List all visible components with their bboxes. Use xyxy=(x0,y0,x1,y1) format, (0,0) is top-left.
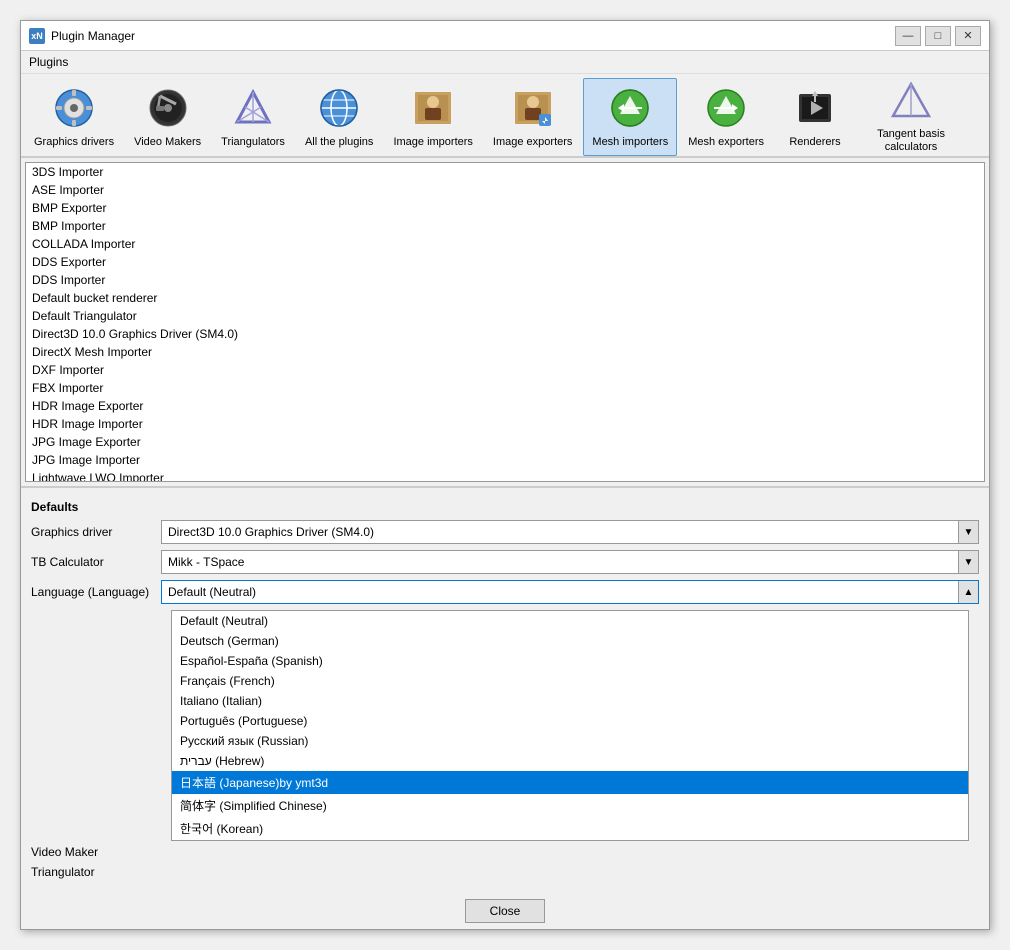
tab-all-plugins[interactable]: All the plugins xyxy=(296,78,383,156)
tab-renderers[interactable]: Renderers xyxy=(775,78,855,156)
language-option-hebrew[interactable]: עברית (Hebrew) xyxy=(172,751,968,771)
tab-graphics-drivers[interactable]: Graphics drivers xyxy=(25,78,123,156)
plugin-item[interactable]: HDR Image Importer xyxy=(26,415,984,433)
mesh-importers-icon xyxy=(606,84,654,132)
plugin-list[interactable]: 3DS ImporterASE ImporterBMP ExporterBMP … xyxy=(25,162,985,482)
language-row: Language (Language) Default (Neutral) ▲ xyxy=(31,580,979,604)
plugin-item[interactable]: DDS Importer xyxy=(26,271,984,289)
renderers-label: Renderers xyxy=(789,136,840,149)
language-option-italiano-italian[interactable]: Italiano (Italian) xyxy=(172,691,968,711)
defaults-section: Defaults Graphics driver Direct3D 10.0 G… xyxy=(21,492,989,893)
language-option-korean[interactable]: 한국어 (Korean) xyxy=(172,817,968,840)
titlebar: xN Plugin Manager — □ ✕ xyxy=(21,21,989,51)
plugin-item[interactable]: HDR Image Exporter xyxy=(26,397,984,415)
graphics-driver-value: Direct3D 10.0 Graphics Driver (SM4.0) xyxy=(168,525,954,539)
tb-calculator-row: TB Calculator Mikk - TSpace ▼ xyxy=(31,550,979,574)
language-option-simplified-chinese[interactable]: 简体字 (Simplified Chinese) xyxy=(172,794,968,817)
language-option-espanol-spanish[interactable]: Español-España (Spanish) xyxy=(172,651,968,671)
titlebar-controls: — □ ✕ xyxy=(895,26,981,46)
plugin-item[interactable]: DirectX Mesh Importer xyxy=(26,343,984,361)
plugin-item[interactable]: Direct3D 10.0 Graphics Driver (SM4.0) xyxy=(26,325,984,343)
maximize-button[interactable]: □ xyxy=(925,26,951,46)
plugin-item[interactable]: COLLADA Importer xyxy=(26,235,984,253)
all-plugins-icon xyxy=(315,84,363,132)
plugin-manager-window: xN Plugin Manager — □ ✕ Plugins xyxy=(20,20,990,930)
language-option-russian[interactable]: Русский язык (Russian) xyxy=(172,731,968,751)
tab-image-exporters[interactable]: Image exporters xyxy=(484,78,581,156)
language-arrow[interactable]: ▲ xyxy=(958,581,978,603)
triangulator-row: Triangulator xyxy=(31,865,979,879)
graphics-drivers-icon xyxy=(50,84,98,132)
plugin-item[interactable]: Lightwave LWO Importer xyxy=(26,469,984,482)
defaults-title: Defaults xyxy=(31,500,979,514)
language-option-portugues-portuguese[interactable]: Português (Portuguese) xyxy=(172,711,968,731)
tab-tangent-basis[interactable]: Tangent basis calculators xyxy=(857,78,965,156)
image-importers-icon xyxy=(409,84,457,132)
graphics-driver-row: Graphics driver Direct3D 10.0 Graphics D… xyxy=(31,520,979,544)
language-option-francais-french[interactable]: Français (French) xyxy=(172,671,968,691)
image-exporters-icon xyxy=(509,84,557,132)
tab-image-importers[interactable]: Image importers xyxy=(384,78,481,156)
close-button[interactable]: Close xyxy=(465,899,545,923)
tb-calculator-label: TB Calculator xyxy=(31,555,161,569)
tab-mesh-exporters[interactable]: Mesh exporters xyxy=(679,78,773,156)
tb-calculator-arrow[interactable]: ▼ xyxy=(958,551,978,573)
tab-mesh-importers[interactable]: Mesh importers xyxy=(583,78,677,156)
plugin-item[interactable]: JPG Image Importer xyxy=(26,451,984,469)
tb-calculator-combo[interactable]: Mikk - TSpace ▼ xyxy=(161,550,979,574)
language-combo[interactable]: Default (Neutral) ▲ xyxy=(161,580,979,604)
tangent-basis-icon xyxy=(887,80,935,124)
plugin-item[interactable]: DDS Exporter xyxy=(26,253,984,271)
tab-video-makers[interactable]: Video Makers xyxy=(125,78,210,156)
triangulators-icon xyxy=(229,84,277,132)
mesh-importers-label: Mesh importers xyxy=(592,136,668,149)
plugin-item[interactable]: Default Triangulator xyxy=(26,307,984,325)
language-option-japanese[interactable]: 日本語 (Japanese)by ymt3d xyxy=(172,771,968,794)
video-makers-icon xyxy=(144,84,192,132)
minimize-button[interactable]: — xyxy=(895,26,921,46)
language-value: Default (Neutral) xyxy=(168,585,954,599)
tangent-basis-label: Tangent basis calculators xyxy=(866,128,956,154)
plugin-item[interactable]: 3DS Importer xyxy=(26,163,984,181)
footer: Close xyxy=(21,893,989,929)
plugin-item[interactable]: BMP Exporter xyxy=(26,199,984,217)
tab-triangulators[interactable]: Triangulators xyxy=(212,78,294,156)
plugin-item[interactable]: Default bucket renderer xyxy=(26,289,984,307)
graphics-driver-combo[interactable]: Direct3D 10.0 Graphics Driver (SM4.0) ▼ xyxy=(161,520,979,544)
menu-bar: Plugins xyxy=(21,51,989,74)
triangulator-label: Triangulator xyxy=(31,865,161,879)
video-maker-row: Video Maker xyxy=(31,845,979,859)
tb-calculator-value: Mikk - TSpace xyxy=(168,555,954,569)
graphics-driver-label: Graphics driver xyxy=(31,525,161,539)
all-plugins-label: All the plugins xyxy=(305,136,374,149)
window-title: Plugin Manager xyxy=(51,29,895,43)
graphics-driver-arrow[interactable]: ▼ xyxy=(958,521,978,543)
graphics-drivers-label: Graphics drivers xyxy=(34,136,114,149)
language-dropdown[interactable]: Default (Neutral)Deutsch (German)Español… xyxy=(171,610,969,841)
image-exporters-label: Image exporters xyxy=(493,136,572,149)
plugin-item[interactable]: FBX Importer xyxy=(26,379,984,397)
language-option-default-neutral[interactable]: Default (Neutral) xyxy=(172,611,968,631)
triangulators-label: Triangulators xyxy=(221,136,285,149)
toolbar: Graphics drivers Video Makers xyxy=(21,74,989,158)
mesh-exporters-label: Mesh exporters xyxy=(688,136,764,149)
plugin-item[interactable]: ASE Importer xyxy=(26,181,984,199)
video-makers-label: Video Makers xyxy=(134,136,201,149)
language-label: Language (Language) xyxy=(31,585,161,599)
close-window-button[interactable]: ✕ xyxy=(955,26,981,46)
mesh-exporters-icon xyxy=(702,84,750,132)
plugin-item[interactable]: DXF Importer xyxy=(26,361,984,379)
plugin-item[interactable]: BMP Importer xyxy=(26,217,984,235)
renderers-icon xyxy=(791,84,839,132)
language-option-deutsch-german[interactable]: Deutsch (German) xyxy=(172,631,968,651)
image-importers-label: Image importers xyxy=(393,136,472,149)
video-maker-label: Video Maker xyxy=(31,845,161,859)
section-divider xyxy=(21,486,989,488)
plugins-menu[interactable]: Plugins xyxy=(29,55,68,69)
plugin-item[interactable]: JPG Image Exporter xyxy=(26,433,984,451)
app-icon: xN xyxy=(29,28,45,44)
